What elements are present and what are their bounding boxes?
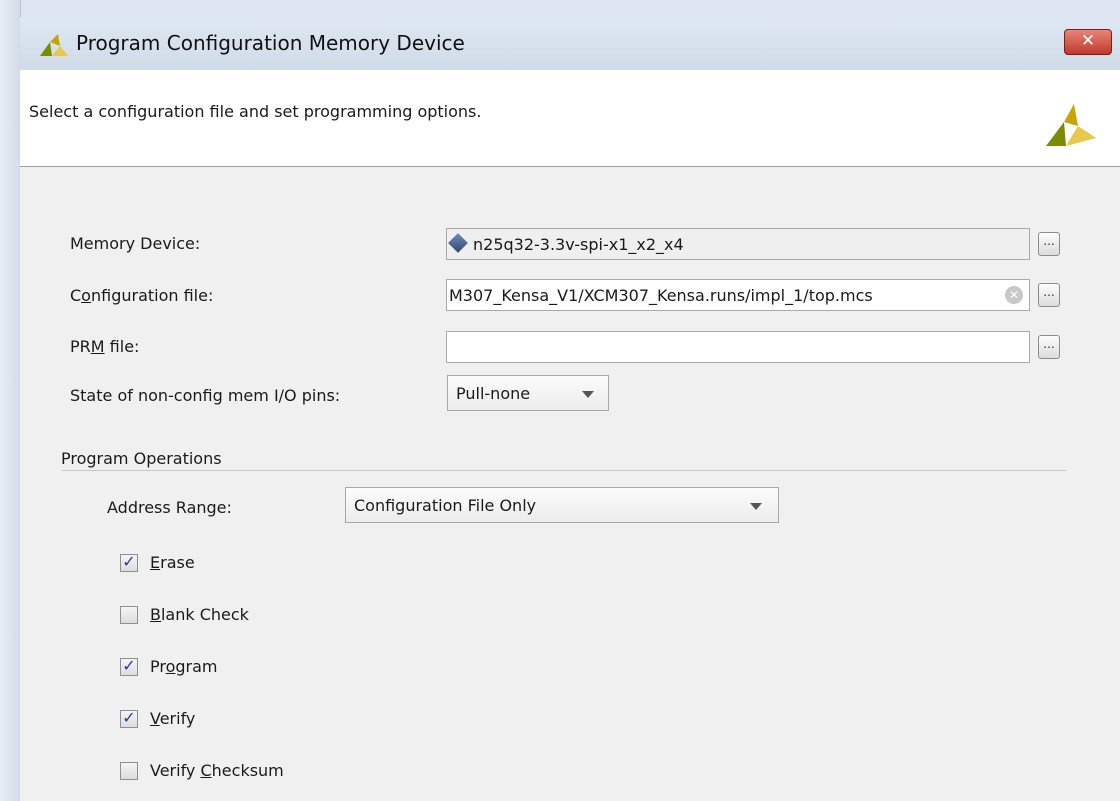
- prm-file-label-part: file:: [104, 337, 140, 356]
- checkbox-label: Verify: [150, 709, 195, 728]
- checkbox-label-part: erify: [159, 709, 196, 728]
- checkbox-label-mnemonic: o: [165, 657, 176, 676]
- address-range-label: Address Range:: [107, 498, 232, 517]
- configuration-file-label: Configuration file:: [70, 286, 213, 305]
- io-pins-value: Pull-none: [456, 384, 531, 403]
- xilinx-logo-icon: [40, 34, 68, 56]
- checkbox-program[interactable]: ✓ Program: [120, 656, 380, 679]
- checkbox-verify[interactable]: ✓ Verify: [120, 708, 380, 731]
- prm-file-input[interactable]: [446, 331, 1030, 363]
- checkbox-label: Blank Check: [150, 605, 249, 624]
- prm-file-browse-button[interactable]: ...: [1038, 335, 1060, 359]
- configuration-file-label-mnemonic: o: [81, 286, 91, 305]
- title-bar[interactable]: Program Configuration Memory Device ✕: [20, 18, 1120, 70]
- checkbox-verify-checksum[interactable]: Verify Checksum: [120, 761, 380, 783]
- chevron-down-icon: [750, 503, 762, 510]
- checkbox-label-part: lank Check: [160, 605, 249, 624]
- checkbox-label-part: Pr: [150, 657, 166, 676]
- memory-device-label: Memory Device:: [70, 234, 201, 253]
- checkbox-label: Program: [150, 657, 218, 676]
- prm-file-label-part: PR: [70, 337, 91, 356]
- io-pins-label: State of non-config mem I/O pins:: [70, 386, 341, 405]
- checkmark-icon: ✓: [122, 656, 136, 675]
- close-button[interactable]: ✕: [1064, 29, 1112, 55]
- configuration-file-value: M307_Kensa_V1/XCM307_Kensa.runs/impl_1/t…: [449, 286, 873, 305]
- memory-device-browse-button[interactable]: ...: [1038, 232, 1060, 256]
- checkbox-label-mnemonic: V: [150, 709, 160, 728]
- checkbox-box[interactable]: [120, 606, 138, 624]
- checkbox-label-mnemonic: B: [150, 605, 161, 624]
- memory-chip-icon: [448, 233, 468, 253]
- checkbox-label: Verify Checksum: [150, 761, 284, 780]
- background-window-edge: [0, 0, 21, 801]
- io-pins-select[interactable]: Pull-none: [447, 375, 609, 411]
- ellipsis-icon: ...: [1043, 234, 1055, 248]
- configuration-file-label-part: nfiguration file:: [90, 286, 214, 305]
- program-operations-heading: Program Operations: [61, 449, 222, 468]
- configuration-file-label-part: C: [70, 286, 82, 305]
- checkbox-erase[interactable]: ✓ Erase: [120, 552, 380, 575]
- checkmark-icon: ✓: [122, 552, 136, 571]
- checkbox-box[interactable]: ✓: [120, 656, 138, 676]
- checkbox-label-part: gram: [175, 657, 218, 676]
- address-range-select[interactable]: Configuration File Only: [345, 487, 779, 523]
- checkbox-box[interactable]: ✓: [120, 708, 138, 728]
- checkbox-label-mnemonic: E: [150, 553, 161, 572]
- options-panel: Memory Device: n25q32-3.3v-spi-x1_x2_x4 …: [20, 167, 1120, 801]
- section-divider: [62, 470, 1066, 471]
- checkbox-label-part: hecksum: [211, 761, 284, 780]
- checkbox-label-part: Verify: [150, 761, 201, 780]
- checkbox-blank-check[interactable]: Blank Check: [120, 605, 380, 627]
- header-banner: Select a configuration file and set prog…: [20, 70, 1120, 167]
- prm-file-label: PRM file:: [70, 337, 139, 356]
- close-icon: ✕: [1080, 31, 1096, 51]
- xilinx-logo-icon: [1046, 104, 1096, 146]
- clear-icon[interactable]: ✕: [1005, 286, 1023, 304]
- ellipsis-icon: ...: [1043, 337, 1055, 351]
- address-range-value: Configuration File Only: [354, 496, 537, 515]
- chevron-down-icon: [582, 391, 594, 398]
- checkbox-label-part: rase: [160, 553, 195, 572]
- prm-file-label-mnemonic: M: [90, 337, 105, 356]
- configuration-file-browse-button[interactable]: ...: [1038, 283, 1060, 307]
- memory-device-field[interactable]: n25q32-3.3v-spi-x1_x2_x4: [446, 228, 1030, 260]
- configuration-file-input[interactable]: M307_Kensa_V1/XCM307_Kensa.runs/impl_1/t…: [446, 279, 1030, 311]
- ellipsis-icon: ...: [1043, 285, 1055, 299]
- window-title: Program Configuration Memory Device: [76, 31, 465, 55]
- memory-device-value: n25q32-3.3v-spi-x1_x2_x4: [473, 235, 684, 254]
- checkbox-box[interactable]: [120, 762, 138, 780]
- checkmark-icon: ✓: [122, 708, 136, 727]
- banner-description: Select a configuration file and set prog…: [29, 102, 482, 121]
- checkbox-box[interactable]: ✓: [120, 552, 138, 572]
- checkbox-label: Erase: [150, 553, 195, 572]
- checkbox-label-mnemonic: C: [200, 761, 212, 780]
